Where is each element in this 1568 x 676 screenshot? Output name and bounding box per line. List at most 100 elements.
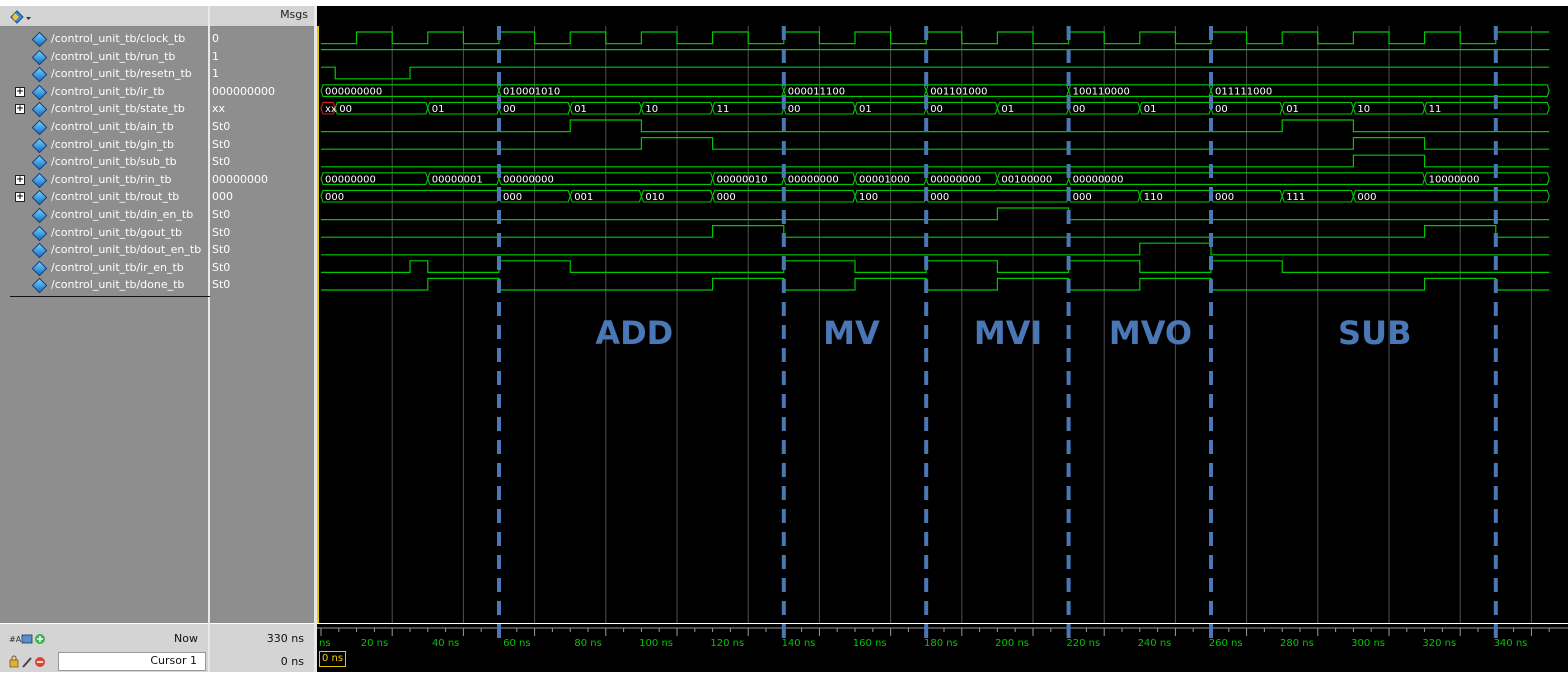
signal-value-row[interactable]: St0 bbox=[210, 224, 314, 242]
signal-value-row[interactable]: St0 bbox=[210, 153, 314, 171]
wave-gin-tb bbox=[321, 137, 1550, 150]
signal-diamond-icon bbox=[31, 102, 48, 118]
signal-diamond-icon bbox=[31, 225, 48, 241]
bus-value-label: 00 bbox=[339, 104, 352, 115]
expand-icon[interactable]: + bbox=[15, 104, 25, 115]
bus-value-label: 01 bbox=[859, 104, 872, 115]
signal-name: /control_unit_tb/ain_tb bbox=[51, 120, 174, 133]
bus-value-label: 000 bbox=[930, 192, 949, 203]
signal-diamond-icon bbox=[31, 66, 48, 83]
signal-diamond-icon bbox=[31, 137, 48, 153]
signal-diamond-icon bbox=[31, 154, 48, 171]
signal-row[interactable]: /control_unit_tb/gout_tb bbox=[0, 224, 208, 242]
signal-row[interactable]: /control_unit_tb/clock_tb bbox=[0, 30, 208, 48]
wave-done-tb bbox=[321, 277, 1550, 291]
signal-value-row[interactable]: St0 bbox=[210, 136, 314, 154]
bus-value-label: 000 bbox=[1357, 192, 1376, 203]
signal-row[interactable]: /control_unit_tb/din_en_tb bbox=[0, 206, 208, 224]
signal-value-row[interactable]: 00000000 bbox=[210, 171, 314, 189]
signal-diamond-icon bbox=[31, 119, 48, 136]
signal-diamond-icon bbox=[31, 190, 48, 206]
signal-value: 0 bbox=[212, 32, 219, 45]
bus-value-label: 11 bbox=[717, 104, 730, 115]
wave-viewer-window: Msgs /control_unit_tb/clock_tb/control_u… bbox=[0, 0, 1568, 676]
bus-value-label: 00100000 bbox=[1001, 174, 1052, 185]
bus-value-label: 110 bbox=[1144, 192, 1163, 203]
signal-name: /control_unit_tb/resetn_tb bbox=[51, 67, 192, 81]
bus-value-label: 00000000 bbox=[930, 174, 981, 185]
instruction-label: MVI bbox=[974, 314, 1043, 352]
wave-toolbar-icons[interactable]: #A bbox=[8, 631, 58, 645]
bus-value-label: 00000010 bbox=[717, 174, 768, 185]
signal-value-row[interactable]: St0 bbox=[210, 259, 314, 277]
signal-value: 1 bbox=[212, 67, 219, 81]
axis-tick-label: 260 ns bbox=[1209, 638, 1243, 649]
signal-row[interactable]: /control_unit_tb/gin_tb bbox=[0, 136, 208, 154]
status-names: #A Now Cursor 1 bbox=[0, 624, 208, 672]
bus-value-label: 00 bbox=[1073, 104, 1086, 115]
bus-value-label: 100110000 bbox=[1073, 86, 1130, 97]
wave-ain-tb bbox=[321, 119, 1550, 133]
wave-tool-icon[interactable] bbox=[10, 9, 31, 24]
bus-value-label: 000 bbox=[717, 192, 736, 203]
signal-name: /control_unit_tb/dout_en_tb bbox=[51, 243, 202, 257]
signal-value-row[interactable]: St0 bbox=[210, 241, 314, 259]
signal-name: /control_unit_tb/gout_tb bbox=[51, 225, 182, 239]
bus-value-label: 00000000 bbox=[1073, 174, 1124, 185]
signal-row[interactable]: /control_unit_tb/run_tb bbox=[0, 48, 208, 66]
signal-row[interactable]: /control_unit_tb/dout_en_tb bbox=[0, 241, 208, 259]
cursor-time-marker[interactable]: 0 ns bbox=[319, 651, 347, 667]
bus-value-label: 10 bbox=[1357, 104, 1370, 115]
expand-icon[interactable]: + bbox=[15, 86, 25, 97]
expand-icon[interactable]: + bbox=[15, 174, 25, 185]
expand-icon[interactable]: + bbox=[15, 192, 25, 203]
signal-value: St0 bbox=[212, 155, 231, 169]
signal-value-row[interactable]: xx bbox=[210, 100, 314, 118]
signal-name: /control_unit_tb/din_en_tb bbox=[51, 208, 194, 221]
signal-value-row[interactable]: St0 bbox=[210, 276, 314, 294]
bus-value-label: 000011100 bbox=[788, 86, 845, 97]
axis-tick-label: 340 ns bbox=[1494, 638, 1528, 649]
signal-row[interactable]: /control_unit_tb/ain_tb bbox=[0, 118, 208, 136]
instruction-label: ADD bbox=[595, 314, 673, 352]
signal-value: 000000000 bbox=[212, 84, 275, 98]
bus-value-label: 00 bbox=[930, 104, 943, 115]
axis-tick-label: 240 ns bbox=[1138, 638, 1172, 649]
signal-row[interactable]: /control_unit_tb/resetn_tb bbox=[0, 65, 208, 83]
signal-value-row[interactable]: 000000000 bbox=[210, 83, 314, 101]
signal-value-row[interactable]: 0 bbox=[210, 30, 314, 48]
signal-value-row[interactable]: 000 bbox=[210, 188, 314, 206]
signal-row[interactable]: /control_unit_tb/sub_tb bbox=[0, 153, 208, 171]
cursor-toolbar-icons[interactable] bbox=[8, 654, 58, 668]
signal-value-row[interactable]: St0 bbox=[210, 118, 314, 136]
bus-value-label: 10 bbox=[645, 104, 658, 115]
bus-value-label: 000000000 bbox=[325, 86, 382, 97]
bus-value-label: 011111000 bbox=[1215, 86, 1272, 97]
bus-value-label: 010001010 bbox=[503, 86, 560, 97]
wave-clock-tb bbox=[321, 31, 1550, 45]
signal-row[interactable]: /control_unit_tb/ir_en_tb bbox=[0, 259, 208, 277]
signal-row[interactable]: + /control_unit_tb/rout_tb bbox=[0, 188, 208, 206]
wave-resetn-tb bbox=[321, 66, 1550, 80]
wave-rin-tb: 00000000 00000001 00000000 00000010 00000000… bbox=[320, 172, 1550, 185]
signal-value-row[interactable]: 1 bbox=[210, 48, 314, 66]
signal-diamond-icon bbox=[31, 49, 48, 65]
waveform-pane[interactable]: 000000000 010001010 000011100 001101000 1001… bbox=[317, 26, 1568, 623]
axis-tick-label: 120 ns bbox=[710, 638, 744, 649]
signal-name-list: /control_unit_tb/clock_tb/control_unit_t… bbox=[0, 27, 308, 623]
axis-tick-label: 180 ns bbox=[924, 638, 958, 649]
signal-row[interactable]: + /control_unit_tb/ir_tb bbox=[0, 83, 208, 101]
signal-name: /control_unit_tb/ir_tb bbox=[51, 84, 165, 98]
signal-value: St0 bbox=[212, 225, 231, 239]
signal-value-row[interactable]: 1 bbox=[210, 65, 314, 83]
time-axis-area[interactable]: 20 ns 40 ns 60 ns 80 ns 100 ns 120 ns 140 ns 16… bbox=[317, 624, 1568, 672]
signal-row[interactable]: + /control_unit_tb/state_tb bbox=[0, 100, 208, 118]
status-values: 330 ns 0 ns bbox=[210, 624, 314, 672]
signal-row[interactable]: + /control_unit_tb/rin_tb bbox=[0, 171, 208, 189]
signal-value: St0 bbox=[212, 137, 231, 151]
signal-row[interactable]: /control_unit_tb/done_tb bbox=[0, 276, 208, 294]
cursor-name-box[interactable]: Cursor 1 bbox=[58, 652, 206, 671]
signal-value: 1 bbox=[212, 49, 219, 63]
signal-value-row[interactable]: St0 bbox=[210, 206, 314, 224]
signal-value: St0 bbox=[212, 208, 231, 221]
